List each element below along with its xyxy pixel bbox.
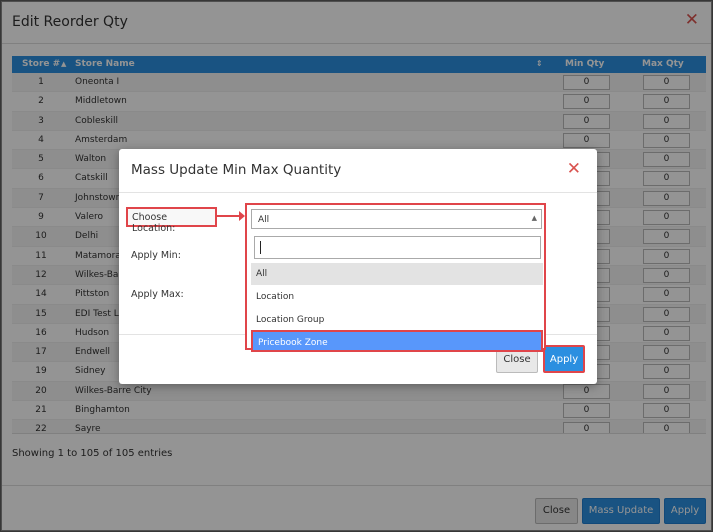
- apply-min-label: Apply Min:: [131, 250, 181, 261]
- choose-location-label: Choose Location:: [126, 207, 217, 234]
- location-select-dropdown: All ▲ All Location Location Group Priceb…: [245, 203, 546, 352]
- select-search-input[interactable]: [254, 236, 541, 259]
- option-location[interactable]: Location: [251, 286, 543, 308]
- option-location-group[interactable]: Location Group: [251, 309, 543, 331]
- dialog-title: Mass Update Min Max Quantity: [131, 162, 342, 178]
- location-select[interactable]: All ▲: [251, 209, 542, 229]
- dialog-apply-button[interactable]: Apply: [543, 345, 585, 373]
- option-pricebook-zone[interactable]: Pricebook Zone: [251, 330, 543, 352]
- text-cursor: [260, 241, 261, 254]
- chevron-up-icon: ▲: [531, 214, 537, 222]
- annotation-arrow: [217, 211, 245, 221]
- select-value: All: [258, 215, 270, 225]
- dialog-header: Mass Update Min Max Quantity ✕: [119, 149, 597, 193]
- apply-max-label: Apply Max:: [131, 289, 184, 300]
- close-icon[interactable]: ✕: [567, 161, 581, 178]
- option-all[interactable]: All: [251, 263, 543, 285]
